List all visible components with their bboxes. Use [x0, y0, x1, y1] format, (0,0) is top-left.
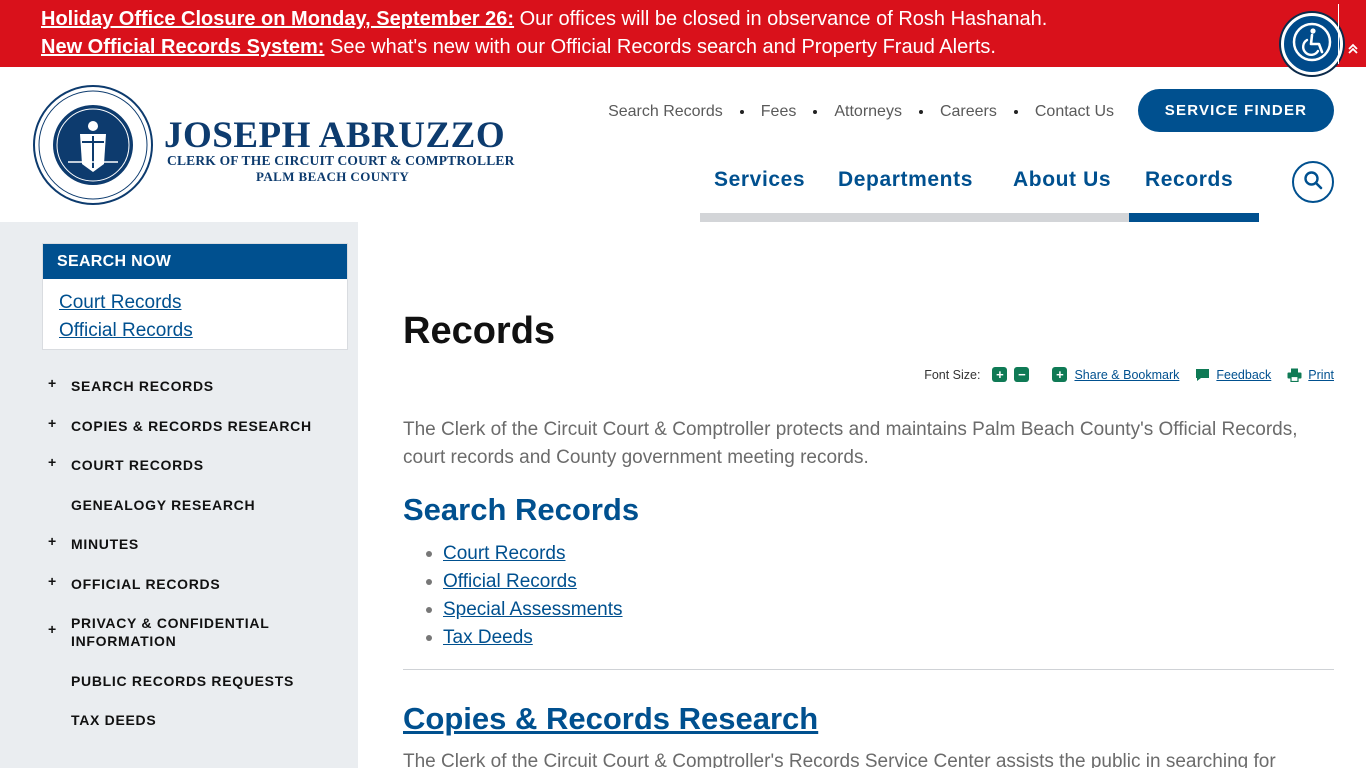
util-contact-us[interactable]: Contact Us — [1035, 103, 1114, 121]
section-divider — [403, 669, 1334, 670]
sidebar-item-search-records[interactable]: + SEARCH RECORDS — [44, 374, 334, 395]
search-icon — [1303, 170, 1323, 195]
expand-icon[interactable]: + — [48, 532, 57, 550]
nav-underline — [700, 213, 1130, 222]
list-item: Court Records — [423, 540, 623, 568]
font-size-label: Font Size: — [924, 367, 981, 382]
sidebar-item-genealogy[interactable]: GENEALOGY RESEARCH — [44, 496, 334, 514]
alert-records-system: New Official Records System: See what's … — [41, 35, 996, 59]
alert-holiday-link[interactable]: Holiday Office Closure on Monday, Septem… — [41, 8, 514, 30]
accessibility-icon — [1292, 22, 1332, 67]
nav-departments[interactable]: Departments — [838, 168, 973, 192]
expand-icon[interactable]: + — [48, 572, 57, 590]
search-records-heading: Search Records — [403, 492, 640, 527]
intro-paragraph: The Clerk of the Circuit Court & Comptro… — [403, 419, 1298, 468]
chevron-up-icon — [1347, 42, 1359, 59]
service-finder-button[interactable]: SERVICE FINDER — [1138, 89, 1334, 132]
search-now-court-records[interactable]: Court Records — [59, 289, 347, 317]
list-item: Official Records — [423, 568, 623, 596]
alert-holiday: Holiday Office Closure on Monday, Septem… — [41, 7, 1047, 31]
alert-banner: Holiday Office Closure on Monday, Septem… — [0, 0, 1366, 67]
brand-subtitle: CLERK OF THE CIRCUIT COURT & COMPTROLLER — [167, 153, 515, 168]
alert-records-link[interactable]: New Official Records System: — [41, 36, 324, 58]
feedback[interactable]: Feedback — [1195, 368, 1271, 382]
font-increase-icon[interactable]: + — [992, 367, 1008, 382]
search-now-title: SEARCH NOW — [43, 244, 347, 279]
alert-holiday-text: Our offices will be closed in observance… — [514, 8, 1048, 30]
share-plus-icon: + — [1052, 367, 1068, 382]
list-item: Tax Deeds — [423, 624, 623, 652]
utility-nav: Search Records Fees Attorneys Careers Co… — [608, 103, 1114, 121]
separator-dot — [1013, 110, 1018, 114]
sidebar-item-public-records-requests[interactable]: PUBLIC RECORDS REQUESTS — [44, 672, 334, 690]
clerk-seal-logo[interactable] — [32, 84, 154, 206]
util-attorneys[interactable]: Attorneys — [834, 103, 902, 121]
site-search-button[interactable] — [1292, 161, 1334, 203]
separator-dot — [918, 110, 923, 114]
search-now-official-records[interactable]: Official Records — [59, 317, 347, 345]
main-nav: Services Departments About Us Records — [700, 168, 1259, 222]
print-link[interactable]: Print — [1308, 368, 1334, 382]
nav-services[interactable]: Services — [714, 168, 805, 192]
page-tools: Font Size: + − + Share & Bookmark Feedba… — [924, 367, 1334, 382]
brand-name[interactable]: JOSEPH ABRUZZO — [164, 116, 505, 156]
alert-records-text: See what's new with our Official Records… — [324, 36, 996, 58]
expand-icon[interactable]: + — [48, 374, 57, 392]
sidebar-item-privacy[interactable]: + PRIVACY & CONFIDENTIAL INFORMATION — [44, 614, 334, 650]
nav-active-indicator — [1129, 213, 1259, 222]
util-fees[interactable]: Fees — [761, 103, 797, 121]
expand-icon[interactable]: + — [48, 414, 57, 432]
sidebar-item-court-records[interactable]: + COURT RECORDS — [44, 453, 334, 474]
expand-icon[interactable]: + — [48, 453, 57, 471]
sidebar: SEARCH NOW Court Records Official Record… — [0, 222, 358, 768]
sidebar-item-official-records[interactable]: + OFFICIAL RECORDS — [44, 572, 334, 593]
sidebar-item-copies[interactable]: + COPIES & RECORDS RESEARCH — [44, 414, 334, 435]
print-icon — [1287, 368, 1302, 382]
sidebar-item-tax-deeds[interactable]: TAX DEEDS — [44, 711, 334, 729]
separator-dot — [739, 110, 744, 114]
accessibility-collapse[interactable] — [1338, 4, 1366, 64]
list-item: Special Assessments — [423, 596, 623, 624]
share-bookmark-link[interactable]: Share & Bookmark — [1074, 368, 1179, 382]
link-court-records[interactable]: Court Records — [443, 543, 566, 564]
search-now-box: SEARCH NOW Court Records Official Record… — [42, 243, 348, 350]
font-decrease-icon[interactable]: − — [1014, 367, 1030, 382]
expand-icon[interactable]: + — [48, 620, 57, 638]
link-special-assessments[interactable]: Special Assessments — [443, 599, 623, 620]
accessibility-button[interactable] — [1281, 13, 1343, 75]
util-careers[interactable]: Careers — [940, 103, 997, 121]
link-tax-deeds[interactable]: Tax Deeds — [443, 627, 533, 648]
print[interactable]: Print — [1287, 368, 1334, 382]
copies-research-heading[interactable]: Copies & Records Research — [403, 701, 818, 737]
page-title: Records — [403, 310, 556, 352]
link-official-records[interactable]: Official Records — [443, 571, 577, 592]
nav-about-us[interactable]: About Us — [1013, 168, 1111, 192]
brand-county: PALM BEACH COUNTY — [256, 169, 410, 184]
sidebar-item-minutes[interactable]: + MINUTES — [44, 532, 334, 553]
feedback-icon — [1195, 368, 1210, 382]
share-bookmark[interactable]: + Share & Bookmark — [1052, 367, 1179, 382]
separator-dot — [813, 110, 818, 114]
search-records-list: Court Records Official Records Special A… — [423, 540, 623, 652]
copies-research-paragraph: The Clerk of the Circuit Court & Comptro… — [403, 751, 1276, 768]
feedback-link[interactable]: Feedback — [1216, 368, 1271, 382]
nav-records[interactable]: Records — [1145, 168, 1233, 192]
util-search-records[interactable]: Search Records — [608, 103, 723, 121]
